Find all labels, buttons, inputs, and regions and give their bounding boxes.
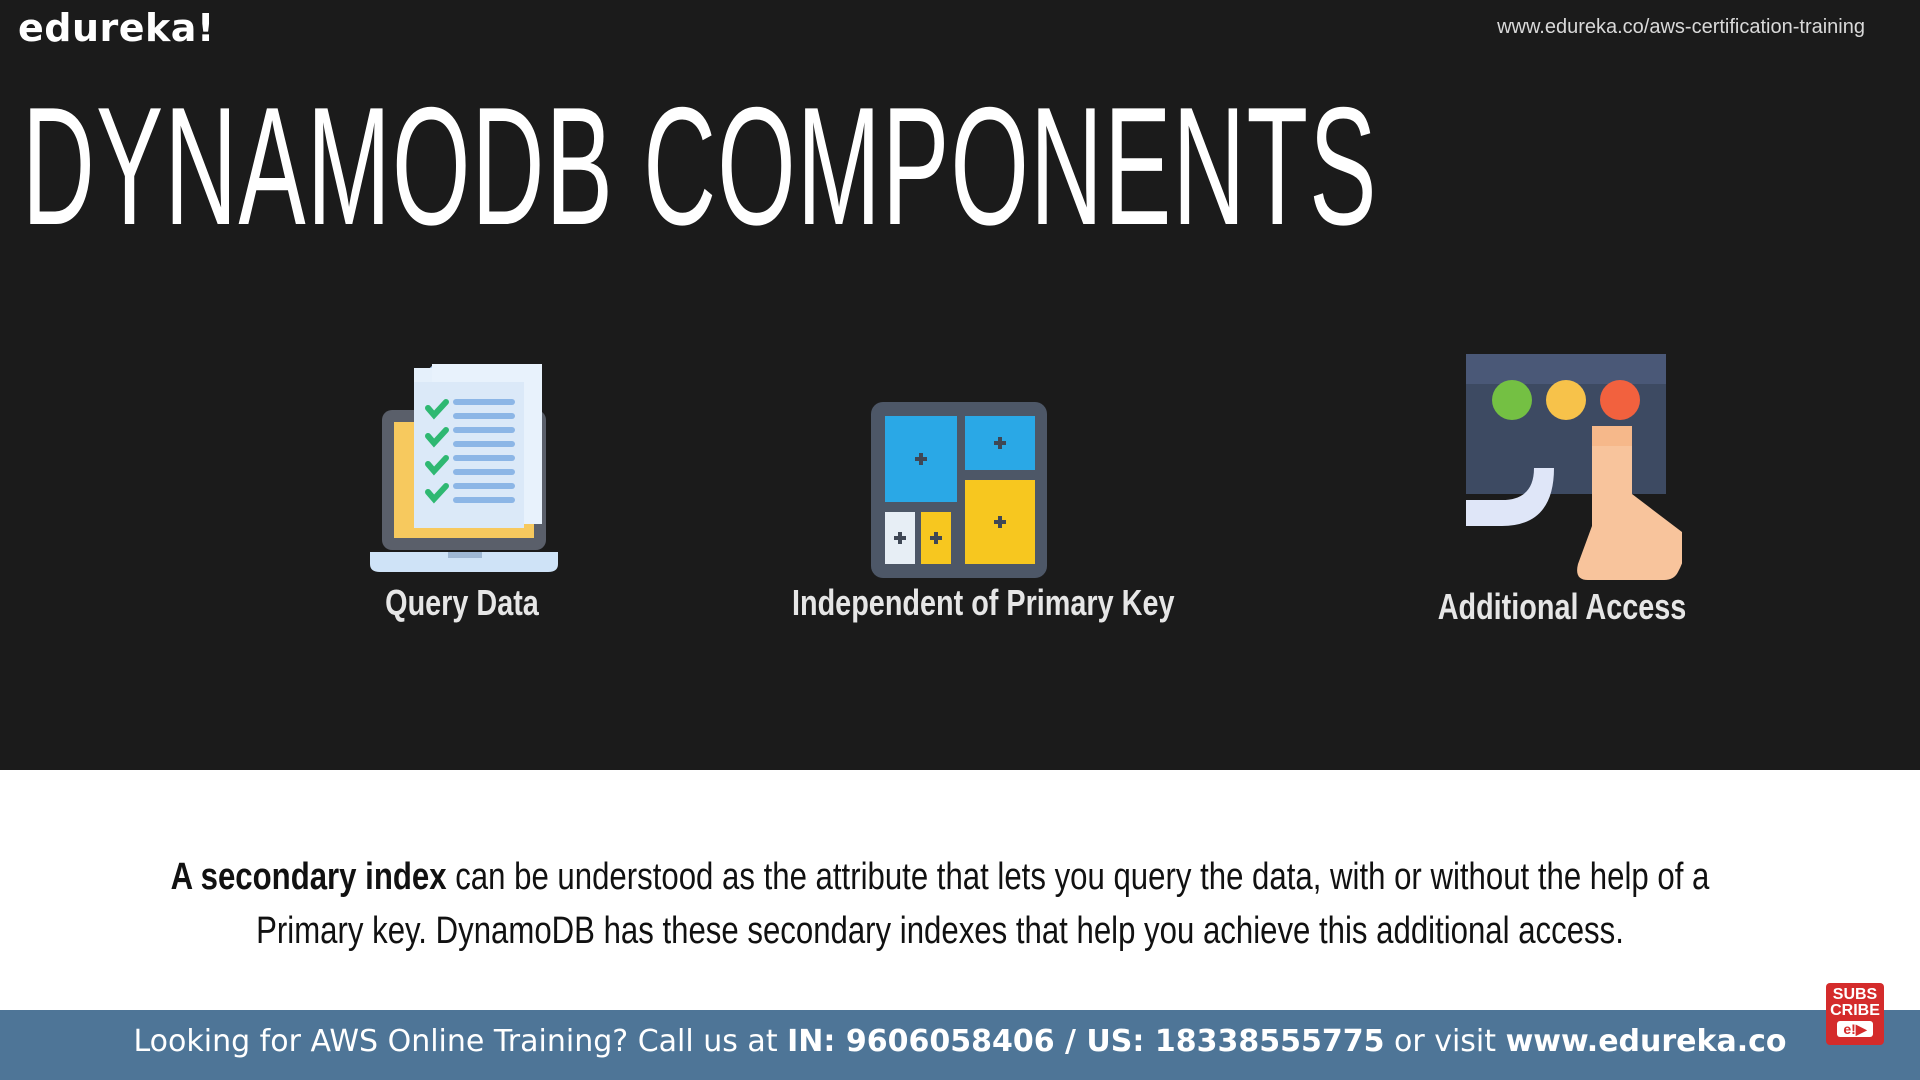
footer-site-link[interactable]: www.edureka.co <box>1506 1024 1787 1059</box>
footer-text: Looking for AWS Online Training? Call us… <box>0 1024 1920 1059</box>
course-url: www.edureka.co/aws-certification-trainin… <box>1497 16 1865 38</box>
checklist-laptop-icon <box>252 350 672 580</box>
footer-prefix: Looking for AWS Online Training? Call us… <box>133 1024 788 1059</box>
component-independent-of-primary-key: Independent of Primary Key <box>750 350 1175 650</box>
component-additional-access: Additional Access <box>1352 350 1772 650</box>
slide-title: DYNAMODB COMPONENTS <box>22 72 1378 260</box>
description-bold: A secondary index <box>170 856 447 898</box>
subscribe-button[interactable]: SUBS CRIBE e!▶ <box>1826 983 1884 1045</box>
subscribe-line2: CRIBE <box>1830 1002 1880 1019</box>
promo-footer: Looking for AWS Online Training? Call us… <box>0 1010 1920 1080</box>
description-panel: A secondary index can be understood as t… <box>0 770 1920 1010</box>
footer-phones: IN: 9606058406 / US: 18338555775 <box>787 1024 1385 1059</box>
subscribe-logo-icon: e!▶ <box>1837 1021 1873 1037</box>
hand-tap-panel-icon <box>1352 350 1772 580</box>
slide-top-panel: edureka! www.edureka.co/aws-certificatio… <box>0 0 1920 770</box>
subscribe-line1: SUBS <box>1832 986 1878 1003</box>
component-label: Query Data <box>385 582 539 623</box>
grid-blocks-icon <box>750 350 1170 580</box>
component-label: Additional Access <box>1437 586 1687 627</box>
edureka-logo: edureka! <box>18 6 215 50</box>
component-query-data: Query Data <box>252 350 672 650</box>
footer-middle: or visit <box>1384 1024 1506 1059</box>
description-rest: can be understood as the attribute that … <box>256 856 1710 952</box>
description-text: A secondary index can be understood as t… <box>40 850 1880 958</box>
component-label: Independent of Primary Key <box>792 582 1175 623</box>
